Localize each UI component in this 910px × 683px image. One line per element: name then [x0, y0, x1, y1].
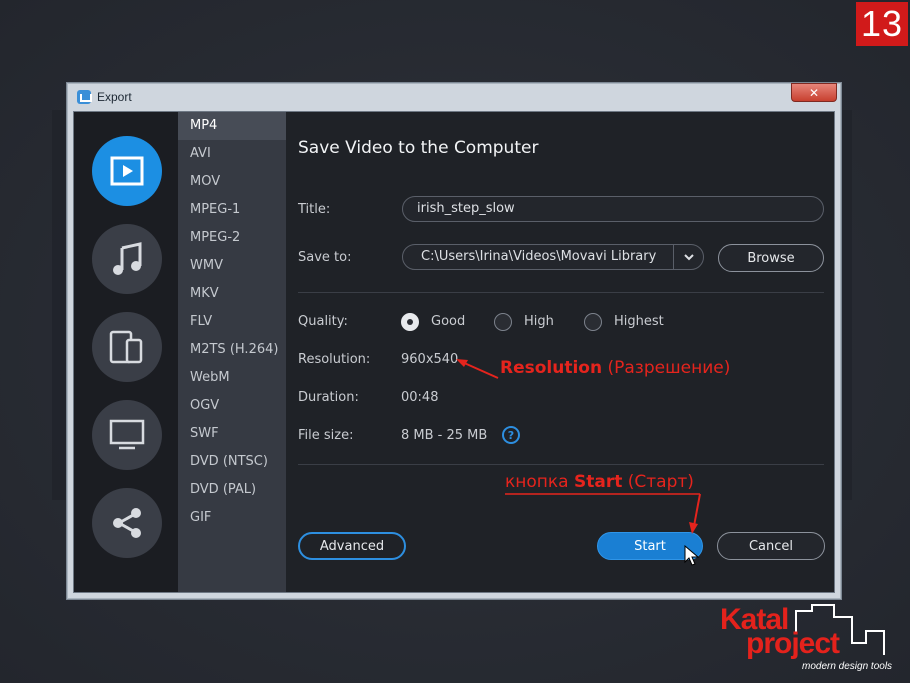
video-icon — [110, 156, 144, 186]
mouse-cursor-icon — [684, 545, 700, 566]
format-item-mov[interactable]: MOV — [178, 168, 286, 196]
share-icon — [113, 508, 141, 538]
page-title: Save Video to the Computer — [298, 138, 539, 158]
title-label: Title: — [298, 202, 331, 217]
chevron-down-icon[interactable] — [673, 245, 703, 269]
save-to-select[interactable]: C:\Users\Irina\Videos\Movavi Library — [402, 244, 704, 270]
format-item-avi[interactable]: AVI — [178, 140, 286, 168]
browse-button[interactable]: Browse — [718, 244, 824, 272]
format-item-wmv[interactable]: WMV — [178, 252, 286, 280]
format-item-flv[interactable]: FLV — [178, 308, 286, 336]
resolution-label: Resolution: — [298, 352, 371, 367]
quality-option-high-label: High — [524, 314, 554, 329]
export-dialog: Export ✕ MP4 AVI MOV MPEG-1 MPEG-2 WMV M… — [66, 82, 842, 600]
music-icon — [113, 242, 142, 275]
format-item-mpeg2[interactable]: MPEG-2 — [178, 224, 286, 252]
logo-line-2: project — [746, 627, 840, 660]
filesize-label: File size: — [298, 428, 354, 443]
format-item-webm[interactable]: WebM — [178, 364, 286, 392]
quality-option-highest-label: Highest — [614, 314, 664, 329]
category-audio[interactable] — [92, 224, 162, 294]
title-input[interactable]: irish_step_slow — [402, 196, 824, 222]
step-number-badge: 13 — [856, 2, 908, 46]
start-annotation-ru: (Старт) — [627, 472, 694, 492]
start-annotation-en: Start — [574, 472, 623, 492]
logo-tagline: modern design tools — [802, 661, 893, 672]
format-item-dvd-pal[interactable]: DVD (PAL) — [178, 476, 286, 504]
category-sidebar — [74, 112, 178, 592]
devices-icon — [109, 330, 143, 364]
category-tv[interactable] — [92, 400, 162, 470]
resolution-annotation: Resolution (Разрешение) — [500, 358, 730, 378]
resolution-value: 960x540 — [401, 352, 459, 367]
export-settings-panel: Save Video to the Computer Title: irish_… — [286, 112, 834, 592]
category-devices[interactable] — [92, 312, 162, 382]
format-item-mpeg1[interactable]: MPEG-1 — [178, 196, 286, 224]
save-to-label: Save to: — [298, 250, 352, 265]
quality-option-good-label: Good — [431, 314, 466, 329]
window-titlebar[interactable]: Export ✕ — [67, 83, 841, 111]
resolution-annotation-en: Resolution — [500, 358, 603, 378]
katal-project-logo: Katal project modern design tools — [716, 603, 906, 679]
dialog-client-area: MP4 AVI MOV MPEG-1 MPEG-2 WMV MKV FLV M2… — [73, 111, 835, 593]
format-item-dvd-ntsc[interactable]: DVD (NTSC) — [178, 448, 286, 476]
section-divider — [298, 292, 824, 293]
format-item-swf[interactable]: SWF — [178, 420, 286, 448]
format-item-m2ts[interactable]: M2TS (H.264) — [178, 336, 286, 364]
category-video[interactable] — [92, 136, 162, 206]
movavi-app-icon — [77, 90, 92, 104]
start-annotation: кнопка Start (Старт) — [505, 472, 694, 492]
bottom-divider — [298, 464, 824, 465]
category-share[interactable] — [92, 488, 162, 558]
start-annotation-prefix: кнопка — [505, 472, 569, 492]
resolution-annotation-ru: (Разрешение) — [607, 358, 731, 378]
format-item-mkv[interactable]: MKV — [178, 280, 286, 308]
format-item-ogv[interactable]: OGV — [178, 392, 286, 420]
save-to-path: C:\Users\Irina\Videos\Movavi Library — [421, 249, 657, 264]
window-close-button[interactable]: ✕ — [791, 83, 837, 102]
tv-icon — [109, 419, 145, 450]
quality-radio-high[interactable] — [494, 313, 512, 331]
quality-label: Quality: — [298, 314, 348, 329]
duration-value: 00:48 — [401, 390, 439, 405]
advanced-button[interactable]: Advanced — [298, 532, 406, 560]
format-list: MP4 AVI MOV MPEG-1 MPEG-2 WMV MKV FLV M2… — [178, 112, 286, 592]
filesize-value: 8 MB - 25 MB — [401, 428, 488, 443]
window-title: Export — [97, 90, 132, 104]
duration-label: Duration: — [298, 390, 359, 405]
quality-radio-highest[interactable] — [584, 313, 602, 331]
format-item-mp4[interactable]: MP4 — [178, 112, 286, 140]
format-item-gif[interactable]: GIF — [178, 504, 286, 532]
quality-radio-good[interactable] — [401, 313, 419, 331]
cancel-button[interactable]: Cancel — [717, 532, 825, 560]
help-icon[interactable]: ? — [502, 426, 520, 444]
